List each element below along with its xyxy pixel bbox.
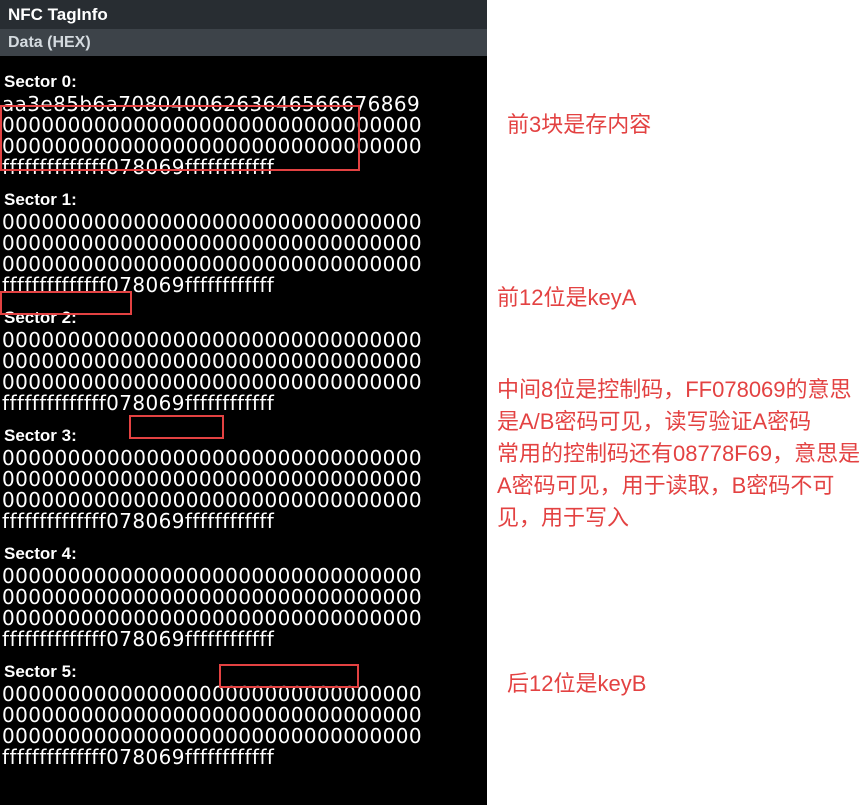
hex-line: ffffffffffffff078069ffffffffffff bbox=[2, 511, 485, 532]
hex-block: aa3e85b6a7080400626364656667686900000000… bbox=[2, 94, 485, 178]
hex-block: 0000000000000000000000000000000000000000… bbox=[2, 448, 485, 532]
app-subtitle-bar: Data (HEX) bbox=[0, 29, 487, 56]
sector-label: Sector 1: bbox=[2, 190, 485, 210]
hex-line: 00000000000000000000000000000000 bbox=[2, 254, 485, 275]
hex-line: 00000000000000000000000000000000 bbox=[2, 469, 485, 490]
hex-line: 00000000000000000000000000000000 bbox=[2, 705, 485, 726]
sector-label: Sector 0: bbox=[2, 72, 485, 92]
hex-line: ffffffffffffff078069ffffffffffff bbox=[2, 629, 485, 650]
hex-block: 0000000000000000000000000000000000000000… bbox=[2, 212, 485, 296]
hex-line: 00000000000000000000000000000000 bbox=[2, 608, 485, 629]
hex-block: 0000000000000000000000000000000000000000… bbox=[2, 566, 485, 650]
hex-line: 00000000000000000000000000000000 bbox=[2, 330, 485, 351]
hex-line: 00000000000000000000000000000000 bbox=[2, 351, 485, 372]
hex-line: ffffffffffffff078069ffffffffffff bbox=[2, 393, 485, 414]
hex-line: 00000000000000000000000000000000 bbox=[2, 448, 485, 469]
sector-label: Sector 5: bbox=[2, 662, 485, 682]
hex-line: ffffffffffffff078069ffffffffffff bbox=[2, 157, 485, 178]
hex-block: 0000000000000000000000000000000000000000… bbox=[2, 330, 485, 414]
hex-line: ffffffffffffff078069ffffffffffff bbox=[2, 747, 485, 768]
hex-line: aa3e85b6a70804006263646566676869 bbox=[2, 94, 485, 115]
app-title-bar: NFC TagInfo bbox=[0, 0, 487, 29]
sector-label: Sector 2: bbox=[2, 308, 485, 328]
annotation-control: 中间8位是控制码，FF078069的意思是A/B密码可见，读写验证A密码 常用的… bbox=[497, 374, 866, 534]
sector-label: Sector 3: bbox=[2, 426, 485, 446]
hex-line: 00000000000000000000000000000000 bbox=[2, 372, 485, 393]
hex-block: 0000000000000000000000000000000000000000… bbox=[2, 684, 485, 768]
sector-label: Sector 4: bbox=[2, 544, 485, 564]
app-title: NFC TagInfo bbox=[8, 5, 108, 25]
hex-line: 00000000000000000000000000000000 bbox=[2, 115, 485, 136]
hex-line: 00000000000000000000000000000000 bbox=[2, 566, 485, 587]
app-subtitle: Data (HEX) bbox=[8, 34, 91, 52]
hex-line: 00000000000000000000000000000000 bbox=[2, 136, 485, 157]
hex-line: 00000000000000000000000000000000 bbox=[2, 212, 485, 233]
app-panel: NFC TagInfo Data (HEX) Sector 0:aa3e85b6… bbox=[0, 0, 487, 805]
hex-line: 00000000000000000000000000000000 bbox=[2, 233, 485, 254]
annotation-keyA: 前12位是keyA bbox=[497, 282, 636, 314]
annotation-block0: 前3块是存内容 bbox=[507, 109, 651, 141]
hex-line: 00000000000000000000000000000000 bbox=[2, 684, 485, 705]
hex-line: 00000000000000000000000000000000 bbox=[2, 490, 485, 511]
hex-line: ffffffffffffff078069ffffffffffff bbox=[2, 275, 485, 296]
annotation-keyB: 后12位是keyB bbox=[507, 668, 646, 700]
hex-content[interactable]: Sector 0:aa3e85b6a7080400626364656667686… bbox=[0, 56, 487, 770]
hex-line: 00000000000000000000000000000000 bbox=[2, 587, 485, 608]
hex-line: 00000000000000000000000000000000 bbox=[2, 726, 485, 747]
